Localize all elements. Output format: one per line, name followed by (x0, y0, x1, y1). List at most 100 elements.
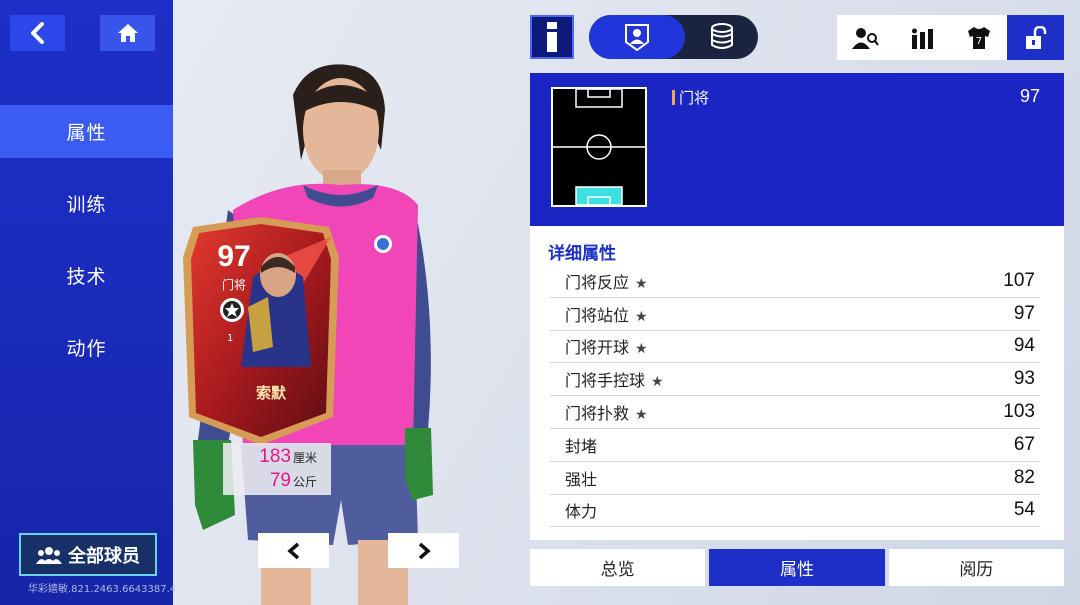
chevron-right-icon (418, 542, 431, 559)
attribute-name: 体力 (565, 502, 598, 522)
attribute-name: 门将手控球 (565, 371, 646, 391)
tab-label: 属性 (779, 560, 814, 580)
group-icon (36, 546, 62, 564)
attribute-name-wrap: 封堵 (565, 433, 597, 457)
sidebar: 属性 训练 技术 动作 全部球员 华彩嬉敏.821.2463.6643387.4 (0, 0, 177, 605)
sidebar-item-label: 技术 (66, 266, 107, 288)
weight-value: 79 (269, 470, 291, 491)
chevron-left-icon (30, 22, 44, 44)
home-icon (117, 24, 138, 42)
position-name: 门将 (679, 89, 710, 107)
tab-label: 阅历 (959, 560, 994, 580)
chevron-left-icon (286, 542, 299, 559)
tool-unlock[interactable] (1007, 15, 1064, 60)
tool-jersey[interactable]: 7 (951, 15, 1008, 60)
attribute-name-wrap: 强壮 (565, 466, 597, 490)
attribute-value: 97 (1013, 302, 1035, 324)
previous-player-button[interactable] (258, 533, 329, 568)
home-button[interactable] (100, 15, 155, 51)
attribute-name: 门将开球 (565, 338, 630, 358)
unlock-icon (1025, 25, 1046, 49)
attribute-value: 103 (1003, 401, 1035, 423)
next-player-button[interactable] (388, 533, 459, 568)
player-card[interactable] (183, 217, 339, 445)
position-label: 门将 (672, 87, 709, 108)
database-icon (710, 23, 733, 49)
star-icon: ★ (635, 341, 648, 358)
player-compare-icon (852, 27, 880, 49)
position-rating: 97 (1019, 86, 1040, 106)
tool-ranking[interactable] (894, 15, 951, 60)
tab-attributes[interactable]: 属性 (709, 549, 885, 586)
toggle-player-view[interactable] (589, 15, 685, 59)
card-player-name: 索默 (255, 384, 286, 402)
info-icon (547, 22, 557, 52)
attribute-row: 封堵 67 (550, 429, 1040, 462)
back-button[interactable] (10, 15, 65, 51)
attribute-row: 门将手控球 ★ 93 (550, 363, 1040, 397)
attribute-row: 门将开球 ★ 94 (550, 331, 1040, 364)
attribute-name-wrap: 体力 (565, 498, 597, 522)
toolbar: 7 (837, 15, 1064, 60)
attribute-value: 67 (1013, 433, 1035, 455)
attribute-row: 门将站位 ★ 97 (550, 298, 1040, 331)
attributes-list: 门将反应 ★ 107 门将站位 ★ 97 门将开球 ★ 94 门将手控球 ★ 93 门将扑救 ★ 103 封堵… (550, 265, 1040, 528)
height-value: 183 (259, 446, 291, 467)
ranking-bars-icon (912, 28, 934, 49)
info-button[interactable] (530, 15, 574, 59)
weight-unit: 公斤 (292, 475, 317, 489)
attribute-name-wrap: 门将反应 ★ (565, 269, 648, 293)
sidebar-item-label: 训练 (66, 194, 107, 216)
pitch-diagram (551, 87, 647, 207)
attribute-row: 强壮 82 (550, 462, 1040, 495)
jersey-icon: 7 (967, 26, 990, 49)
attribute-row: 体力 54 (550, 495, 1040, 528)
attribute-value: 107 (1003, 269, 1035, 291)
attribute-value: 54 (1013, 499, 1035, 521)
attributes-title: 详细属性 (548, 244, 616, 264)
watermark: 华彩嬉敏.821.2463.6643387.4 (28, 584, 177, 595)
player-badge-icon (625, 24, 649, 52)
jersey-number: 7 (976, 36, 982, 47)
tab-overview[interactable]: 总览 (530, 549, 706, 586)
bottom-tabs: 总览 属性 阅历 (530, 549, 1064, 586)
sidebar-item-training[interactable]: 训练 (0, 177, 173, 230)
attribute-value: 82 (1013, 466, 1035, 488)
view-toggle (589, 15, 758, 59)
sidebar-item-label: 动作 (66, 338, 107, 360)
sidebar-item-skills[interactable]: 技术 (0, 249, 173, 302)
height-unit: 厘米 (292, 451, 317, 465)
position-marker (672, 90, 675, 105)
card-rating: 97 (217, 240, 251, 273)
tool-player-compare[interactable] (837, 15, 894, 60)
attribute-name: 强壮 (565, 469, 598, 489)
star-icon: ★ (651, 374, 664, 391)
attributes-panel: 详细属性 门将反应 ★ 107 门将站位 ★ 97 门将开球 ★ 94 门将手控球 ★ 93 门将扑救 ★… (530, 226, 1064, 540)
all-players-label: 全部球员 (68, 545, 140, 567)
tab-history[interactable]: 阅历 (888, 549, 1064, 586)
body-info-box: 183 厘米 79 公斤 (223, 443, 331, 495)
attribute-name: 封堵 (565, 436, 598, 456)
attribute-name-wrap: 门将开球 ★ (565, 334, 648, 358)
attribute-value: 94 (1013, 335, 1035, 357)
position-panel (530, 73, 1064, 226)
attribute-row: 门将扑救 ★ 103 (550, 396, 1040, 429)
attribute-name-wrap: 门将手控球 ★ (565, 367, 664, 391)
attribute-name-wrap: 门将站位 ★ (565, 302, 648, 326)
tab-label: 总览 (600, 560, 635, 580)
star-icon: ★ (635, 407, 648, 424)
attribute-name: 门将扑救 (565, 404, 630, 424)
attribute-value: 93 (1013, 368, 1035, 390)
all-players-button[interactable]: 全部球员 (19, 533, 157, 576)
star-icon: ★ (635, 308, 648, 325)
sidebar-item-actions[interactable]: 动作 (0, 321, 173, 374)
star-icon: ★ (635, 275, 648, 292)
attribute-name: 门将反应 (565, 272, 630, 292)
attribute-name-wrap: 门将扑救 ★ (565, 400, 648, 424)
toggle-database-view[interactable] (685, 15, 758, 59)
attribute-row: 门将反应 ★ 107 (550, 265, 1040, 298)
sidebar-item-attributes[interactable]: 属性 (0, 105, 173, 158)
card-position: 门将 (221, 278, 246, 292)
sidebar-item-label: 属性 (66, 122, 107, 144)
attribute-name: 门将站位 (565, 305, 630, 325)
